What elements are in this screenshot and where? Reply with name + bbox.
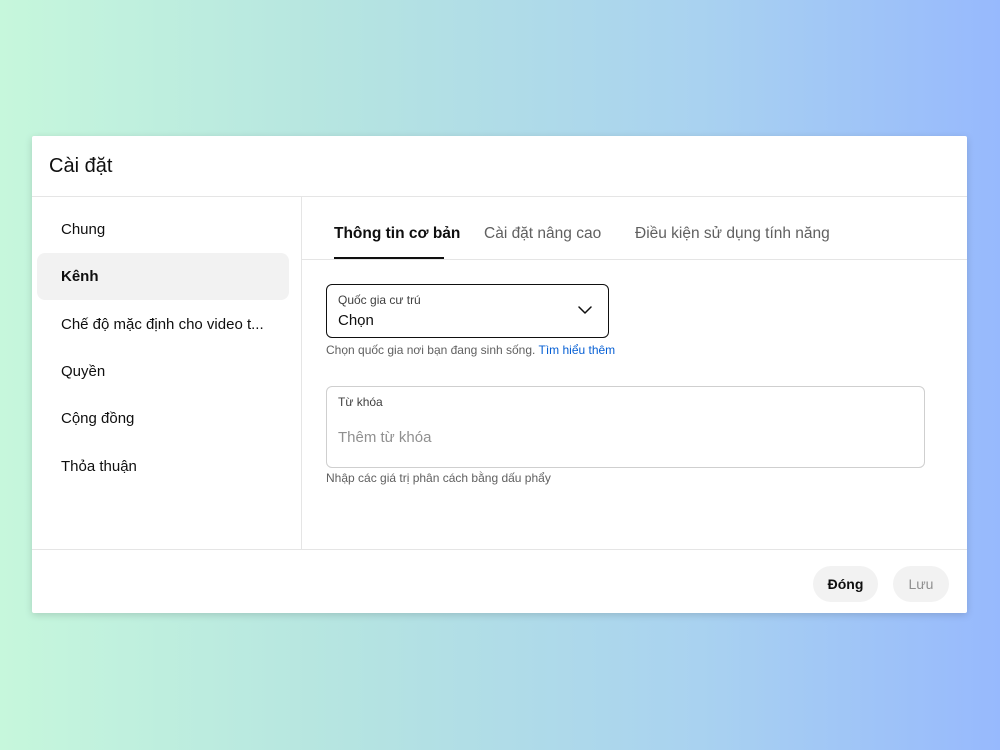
close-button[interactable]: Đóng [813, 566, 878, 602]
sidebar-item-label: Kênh [61, 268, 99, 285]
active-tab-indicator [334, 257, 444, 259]
sidebar-item-label: Chung [61, 221, 106, 238]
tab-advanced-settings[interactable]: Cài đặt nâng cao [484, 225, 601, 243]
tab-feature-eligibility[interactable]: Điều kiện sử dụng tính năng [635, 225, 830, 243]
keywords-helper-text: Nhập các giá trị phân cách bằng dấu phẩy [326, 471, 551, 485]
sidebar-item-agreements[interactable]: Thỏa thuận [37, 443, 289, 490]
keywords-field[interactable]: Từ khóa [326, 386, 925, 468]
dialog-title: Cài đặt [49, 155, 113, 177]
settings-sidebar: Chung Kênh Chế độ mặc định cho video t..… [32, 197, 302, 549]
chevron-down-icon [578, 306, 592, 314]
country-select-label: Quốc gia cư trú [338, 293, 421, 307]
sidebar-item-channel[interactable]: Kênh [37, 253, 289, 300]
sidebar-item-label: Thỏa thuận [61, 458, 137, 475]
country-helper: Chọn quốc gia nơi bạn đang sinh sống. [326, 343, 536, 357]
sidebar-item-permissions[interactable]: Quyền [37, 348, 289, 395]
sidebar-item-general[interactable]: Chung [37, 206, 289, 253]
sidebar-item-community[interactable]: Cộng đồng [37, 395, 289, 442]
learn-more-link[interactable]: Tìm hiểu thêm [538, 343, 615, 357]
country-select-value: Chọn [338, 312, 374, 329]
keywords-label: Từ khóa [338, 395, 383, 409]
dialog-header: Cài đặt [32, 136, 967, 197]
country-select[interactable]: Quốc gia cư trú Chọn [326, 284, 609, 338]
sidebar-item-label: Chế độ mặc định cho video t... [61, 316, 264, 333]
settings-dialog: Cài đặt Chung Kênh Chế độ mặc định cho v… [32, 136, 967, 613]
country-helper-text: Chọn quốc gia nơi bạn đang sinh sống. Tì… [326, 343, 615, 357]
sidebar-item-label: Quyền [61, 363, 106, 380]
settings-tabs: Thông tin cơ bản Cài đặt nâng cao Điều k… [302, 197, 967, 260]
sidebar-item-label: Cộng đồng [61, 410, 135, 427]
dialog-footer: Đóng Lưu [32, 549, 967, 613]
keywords-input[interactable] [338, 425, 898, 449]
sidebar-item-upload-defaults[interactable]: Chế độ mặc định cho video t... [37, 301, 289, 348]
save-button[interactable]: Lưu [893, 566, 949, 602]
tab-basic-info[interactable]: Thông tin cơ bản [334, 225, 460, 243]
